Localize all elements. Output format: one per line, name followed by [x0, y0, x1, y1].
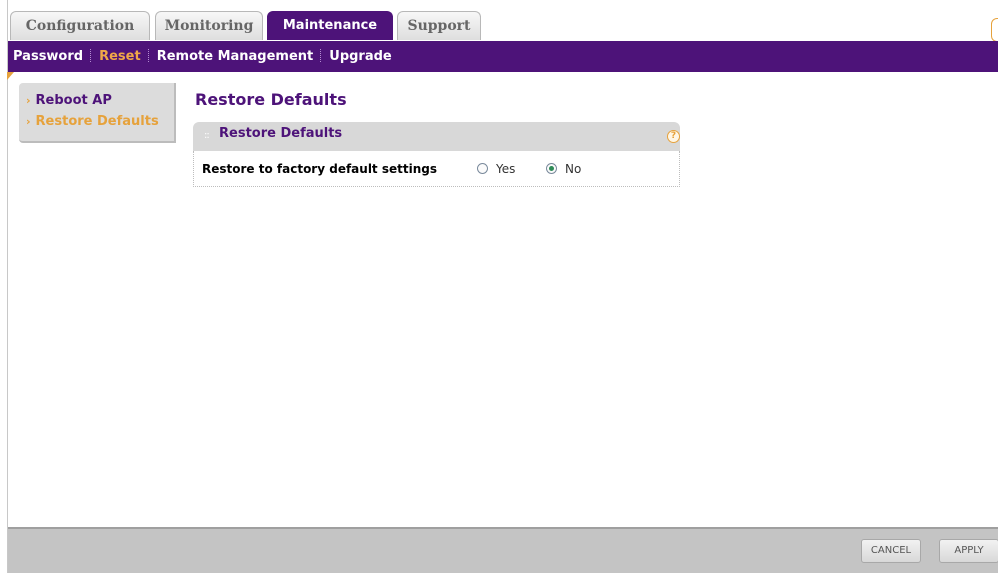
- subnav-item-reset[interactable]: Reset: [99, 49, 141, 64]
- tab-configuration[interactable]: Configuration: [10, 11, 150, 40]
- sidebar-item-label: Restore Defaults: [35, 114, 159, 129]
- subnav-divider: [147, 49, 150, 62]
- corner-decoration: [7, 72, 14, 80]
- restore-yes-radio[interactable]: [477, 163, 488, 174]
- subnav-bar: Password Reset Remote Management Upgrade: [8, 41, 998, 72]
- chevron-right-icon: ›: [26, 94, 31, 107]
- app-frame: Configuration Monitoring Maintenance Sup…: [7, 0, 998, 573]
- restore-defaults-panel: :: Restore Defaults ? Restore to factory…: [193, 122, 680, 187]
- drag-grip-icon: ::: [204, 130, 210, 141]
- help-icon[interactable]: ?: [667, 130, 680, 143]
- tab-support[interactable]: Support: [397, 11, 481, 40]
- panel-title: Restore Defaults: [219, 126, 343, 141]
- footer-bar: CANCEL APPLY: [8, 527, 998, 573]
- panel-header: :: Restore Defaults ?: [193, 122, 680, 151]
- sidebar-item-restore-defaults[interactable]: › Restore Defaults: [26, 114, 159, 129]
- cancel-button[interactable]: CANCEL: [861, 539, 921, 563]
- panel-body: Restore to factory default settings Yes …: [193, 151, 680, 187]
- tab-maintenance[interactable]: Maintenance: [267, 11, 393, 40]
- subnav-item-password[interactable]: Password: [13, 49, 83, 64]
- apply-button[interactable]: APPLY: [939, 539, 998, 563]
- restore-factory-label: Restore to factory default settings: [202, 162, 437, 176]
- page-title: Restore Defaults: [195, 90, 347, 109]
- subnav-item-upgrade[interactable]: Upgrade: [329, 49, 391, 64]
- sidebar-item-label: Reboot AP: [35, 93, 112, 108]
- subnav-divider: [90, 49, 92, 62]
- restore-no-radio[interactable]: [546, 163, 557, 174]
- side-menu: › Reboot AP › Restore Defaults: [19, 83, 176, 143]
- subnav-item-remote-management[interactable]: Remote Management: [157, 49, 314, 64]
- restore-no-label[interactable]: No: [565, 162, 581, 176]
- chevron-right-icon: ›: [26, 115, 31, 128]
- sidebar-item-reboot-ap[interactable]: › Reboot AP: [26, 93, 112, 108]
- corner-widget: [991, 18, 998, 42]
- restore-yes-label[interactable]: Yes: [496, 162, 515, 176]
- tab-monitoring[interactable]: Monitoring: [155, 11, 263, 40]
- subnav-divider: [320, 49, 322, 62]
- main-tabbar: Configuration Monitoring Maintenance Sup…: [8, 6, 998, 42]
